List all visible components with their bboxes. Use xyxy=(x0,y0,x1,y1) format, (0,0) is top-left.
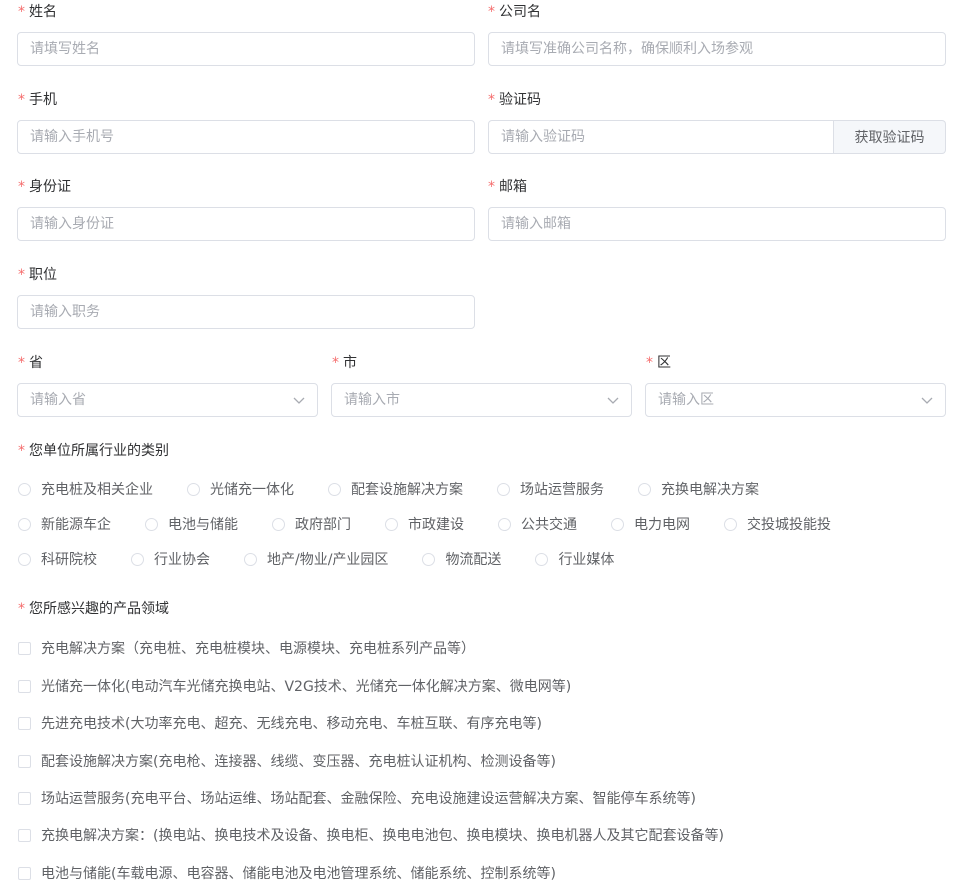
chevron-down-icon[interactable] xyxy=(292,394,306,406)
industry-radio[interactable]: 场站运营服务 xyxy=(497,479,604,499)
industry-radio[interactable]: 新能源车企 xyxy=(18,514,111,534)
product-checkbox[interactable]: 充换电解决方案：(换电站、换电技术及设备、换电柜、换电电池包、换电模块、换电机器… xyxy=(18,825,724,845)
industry-row-2: 新能源车企 电池与储能 政府部门 市政建设 公共交通 电力电网 交投城投能投 xyxy=(18,514,831,534)
id-card-label: * 身份证 xyxy=(18,179,71,195)
product-checkbox[interactable]: 场站运营服务(充电平台、场站运维、场站配套、金融保险、充电设施建设运营解决方案、… xyxy=(18,788,696,808)
industry-radio[interactable]: 电池与储能 xyxy=(145,514,238,534)
city-input[interactable] xyxy=(331,383,632,417)
industry-radio[interactable]: 光储充一体化 xyxy=(187,479,294,499)
checkbox-box[interactable] xyxy=(18,754,31,768)
radio-circle[interactable] xyxy=(328,482,341,496)
chevron-down-icon[interactable] xyxy=(920,394,934,406)
product-checkbox[interactable]: 配套设施解决方案(充电枪、连接器、线缆、变压器、充电桩认证机构、检测设备等) xyxy=(18,751,556,771)
position-input[interactable] xyxy=(17,295,475,329)
product-checkbox[interactable]: 充电解决方案（充电桩、充电桩模块、电源模块、充电桩系列产品等） xyxy=(18,638,475,658)
industry-radio[interactable]: 物流配送 xyxy=(422,549,501,569)
radio-circle[interactable] xyxy=(498,517,511,531)
radio-circle[interactable] xyxy=(18,482,31,496)
company-input[interactable] xyxy=(488,32,946,66)
checkbox-box[interactable] xyxy=(18,866,31,880)
industry-label: * 您单位所属行业的类别 xyxy=(18,443,169,459)
radio-circle[interactable] xyxy=(131,552,144,566)
email-input[interactable] xyxy=(488,207,946,241)
radio-circle[interactable] xyxy=(18,552,31,566)
product-checkbox[interactable]: 电池与储能(车载电源、电容器、储能电池及电池管理系统、储能系统、控制系统等) xyxy=(18,863,556,883)
city-label: * 市 xyxy=(332,355,357,371)
district-label: * 区 xyxy=(646,355,671,371)
industry-radio[interactable]: 公共交通 xyxy=(498,514,577,534)
code-input[interactable] xyxy=(488,120,834,154)
industry-radio[interactable]: 充电桩及相关企业 xyxy=(18,479,153,499)
industry-row-3: 科研院校 行业协会 地产/物业/产业园区 物流配送 行业媒体 xyxy=(18,549,614,569)
district-input[interactable] xyxy=(645,383,946,417)
product-checkbox[interactable]: 先进充电技术(大功率充电、超充、无线充电、移动充电、车桩互联、有序充电等) xyxy=(18,713,542,733)
products-label: * 您所感兴趣的产品领域 xyxy=(18,601,169,617)
chevron-down-icon[interactable] xyxy=(606,394,620,406)
name-input[interactable] xyxy=(17,32,475,66)
product-checkbox[interactable]: 光储充一体化(电动汽车光储充换电站、V2G技术、光储充一体化解决方案、微电网等) xyxy=(18,676,571,696)
radio-circle[interactable] xyxy=(422,552,436,566)
radio-circle[interactable] xyxy=(244,552,257,566)
radio-circle[interactable] xyxy=(638,482,651,496)
phone-input[interactable] xyxy=(17,120,475,154)
radio-circle[interactable] xyxy=(611,517,624,531)
position-label: * 职位 xyxy=(18,267,57,283)
industry-radio[interactable]: 科研院校 xyxy=(18,549,97,569)
checkbox-box[interactable] xyxy=(18,716,31,730)
radio-circle[interactable] xyxy=(385,517,398,531)
city-select[interactable] xyxy=(331,383,632,417)
radio-circle[interactable] xyxy=(18,517,31,531)
radio-circle[interactable] xyxy=(497,482,510,496)
industry-radio[interactable]: 地产/物业/产业园区 xyxy=(244,549,388,569)
checkbox-box[interactable] xyxy=(18,791,31,805)
phone-label: * 手机 xyxy=(18,92,57,108)
radio-circle[interactable] xyxy=(145,517,158,531)
radio-circle[interactable] xyxy=(535,552,549,566)
radio-circle[interactable] xyxy=(272,517,285,531)
industry-row-1: 充电桩及相关企业 光储充一体化 配套设施解决方案 场站运营服务 充换电解决方案 xyxy=(18,479,759,499)
industry-radio[interactable]: 充换电解决方案 xyxy=(638,479,759,499)
district-select[interactable] xyxy=(645,383,946,417)
industry-radio[interactable]: 交投城投能投 xyxy=(724,514,831,534)
industry-radio[interactable]: 政府部门 xyxy=(272,514,351,534)
email-label: * 邮箱 xyxy=(488,179,527,195)
get-code-button[interactable]: 获取验证码 xyxy=(834,120,946,154)
checkbox-box[interactable] xyxy=(18,641,31,655)
province-label: * 省 xyxy=(18,355,43,371)
company-label: * 公司名 xyxy=(488,4,541,20)
province-input[interactable] xyxy=(17,383,318,417)
name-label: * 姓名 xyxy=(18,4,57,20)
checkbox-box[interactable] xyxy=(18,828,31,842)
industry-radio[interactable]: 电力电网 xyxy=(611,514,690,534)
industry-radio[interactable]: 配套设施解决方案 xyxy=(328,479,463,499)
province-select[interactable] xyxy=(17,383,318,417)
industry-radio[interactable]: 行业媒体 xyxy=(535,549,614,569)
code-label: * 验证码 xyxy=(488,92,541,108)
industry-radio[interactable]: 市政建设 xyxy=(385,514,464,534)
checkbox-box[interactable] xyxy=(18,679,31,693)
radio-circle[interactable] xyxy=(187,482,200,496)
radio-circle[interactable] xyxy=(724,517,737,531)
industry-radio[interactable]: 行业协会 xyxy=(131,549,210,569)
id-card-input[interactable] xyxy=(17,207,475,241)
